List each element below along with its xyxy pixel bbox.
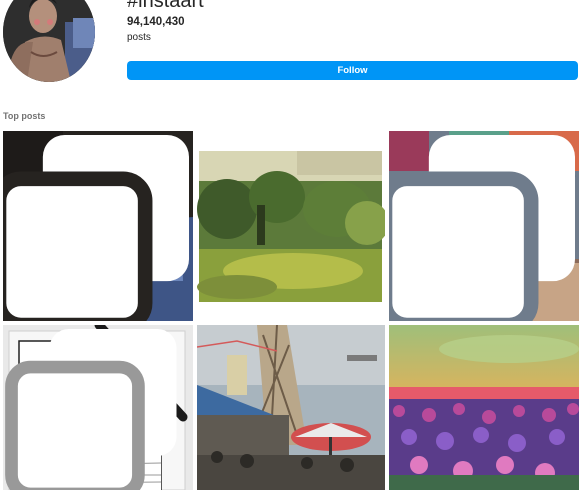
multiple-photos-icon bbox=[389, 135, 575, 321]
pier-painting-image bbox=[197, 325, 385, 490]
landscape-painting-image bbox=[197, 131, 385, 321]
post-tile-sketch[interactable] bbox=[3, 325, 193, 490]
post-tile-pier[interactable] bbox=[197, 325, 385, 490]
post-tile-landscape[interactable] bbox=[197, 131, 385, 321]
hashtag-avatar bbox=[3, 0, 95, 82]
posts-label: posts bbox=[127, 32, 151, 43]
top-posts-heading: Top posts bbox=[3, 111, 46, 121]
follow-button[interactable]: Follow bbox=[127, 61, 578, 80]
multiple-photos-icon bbox=[3, 135, 189, 321]
hashtag-title: #instaart bbox=[127, 0, 204, 12]
post-tile-portrait[interactable] bbox=[3, 131, 193, 321]
post-tile-graffiti[interactable] bbox=[389, 131, 579, 321]
multiple-photos-icon bbox=[5, 329, 177, 490]
flower-field-painting-image bbox=[389, 325, 579, 490]
post-tile-flower-field[interactable] bbox=[389, 325, 579, 490]
post-count: 94,140,430 bbox=[127, 16, 185, 28]
